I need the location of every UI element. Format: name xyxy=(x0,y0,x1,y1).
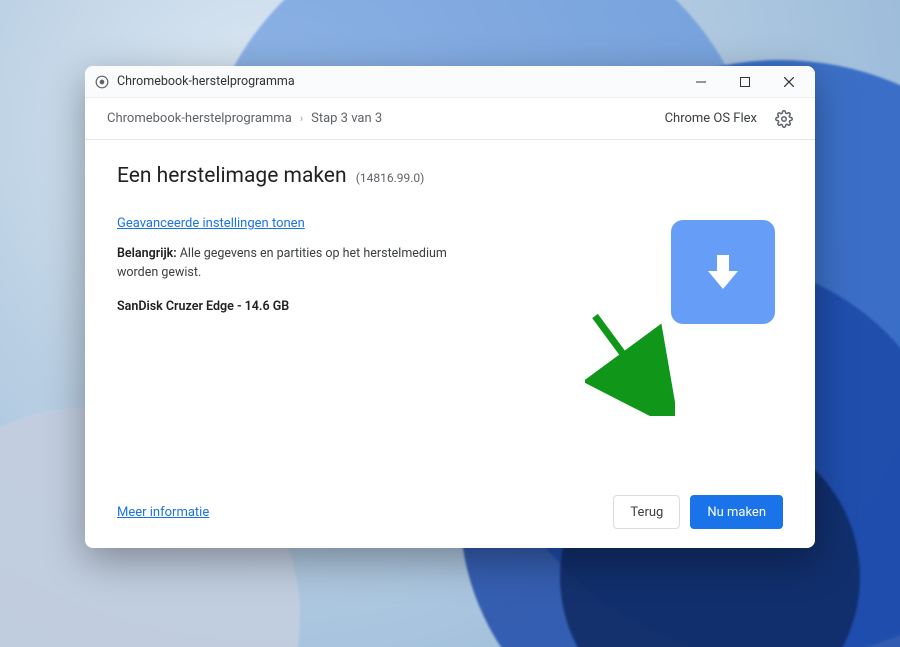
window-title: Chromebook-herstelprogramma xyxy=(117,74,295,89)
create-now-button[interactable]: Nu maken xyxy=(690,495,783,529)
annotation-arrow-icon xyxy=(585,306,675,416)
warning-text: Belangrijk: Alle gegevens en partities o… xyxy=(117,245,477,283)
window-maximize-button[interactable] xyxy=(723,67,767,97)
app-icon xyxy=(95,75,109,89)
show-advanced-settings-link[interactable]: Geavanceerde instellingen tonen xyxy=(117,216,305,231)
breadcrumb-bar: Chromebook-herstelprogramma › Stap 3 van… xyxy=(85,98,815,140)
breadcrumb-step: Stap 3 van 3 xyxy=(311,111,382,126)
page-title: Een herstelimage maken (14816.99.0) xyxy=(117,164,424,188)
window-minimize-button[interactable] xyxy=(679,67,723,97)
more-info-link[interactable]: Meer informatie xyxy=(117,505,209,520)
footer-bar: Meer informatie Terug Nu maken xyxy=(85,488,815,548)
window-close-button[interactable] xyxy=(767,67,811,97)
content-area: Een herstelimage maken (14816.99.0) Geav… xyxy=(85,140,815,488)
back-button[interactable]: Terug xyxy=(613,495,680,529)
settings-button[interactable] xyxy=(775,110,793,128)
breadcrumb-root: Chromebook-herstelprogramma xyxy=(107,111,292,126)
chevron-right-icon: › xyxy=(300,112,303,125)
download-arrow-icon xyxy=(698,247,748,297)
version-label: (14816.99.0) xyxy=(356,171,425,185)
page-title-text: Een herstelimage maken xyxy=(117,164,347,188)
os-selection-label: Chrome OS Flex xyxy=(665,111,757,126)
warning-bold: Belangrijk: xyxy=(117,246,177,261)
window-titlebar: Chromebook-herstelprogramma xyxy=(85,66,815,98)
download-illustration xyxy=(671,220,775,324)
app-window: Chromebook-herstelprogramma Chromebook-h… xyxy=(85,66,815,548)
